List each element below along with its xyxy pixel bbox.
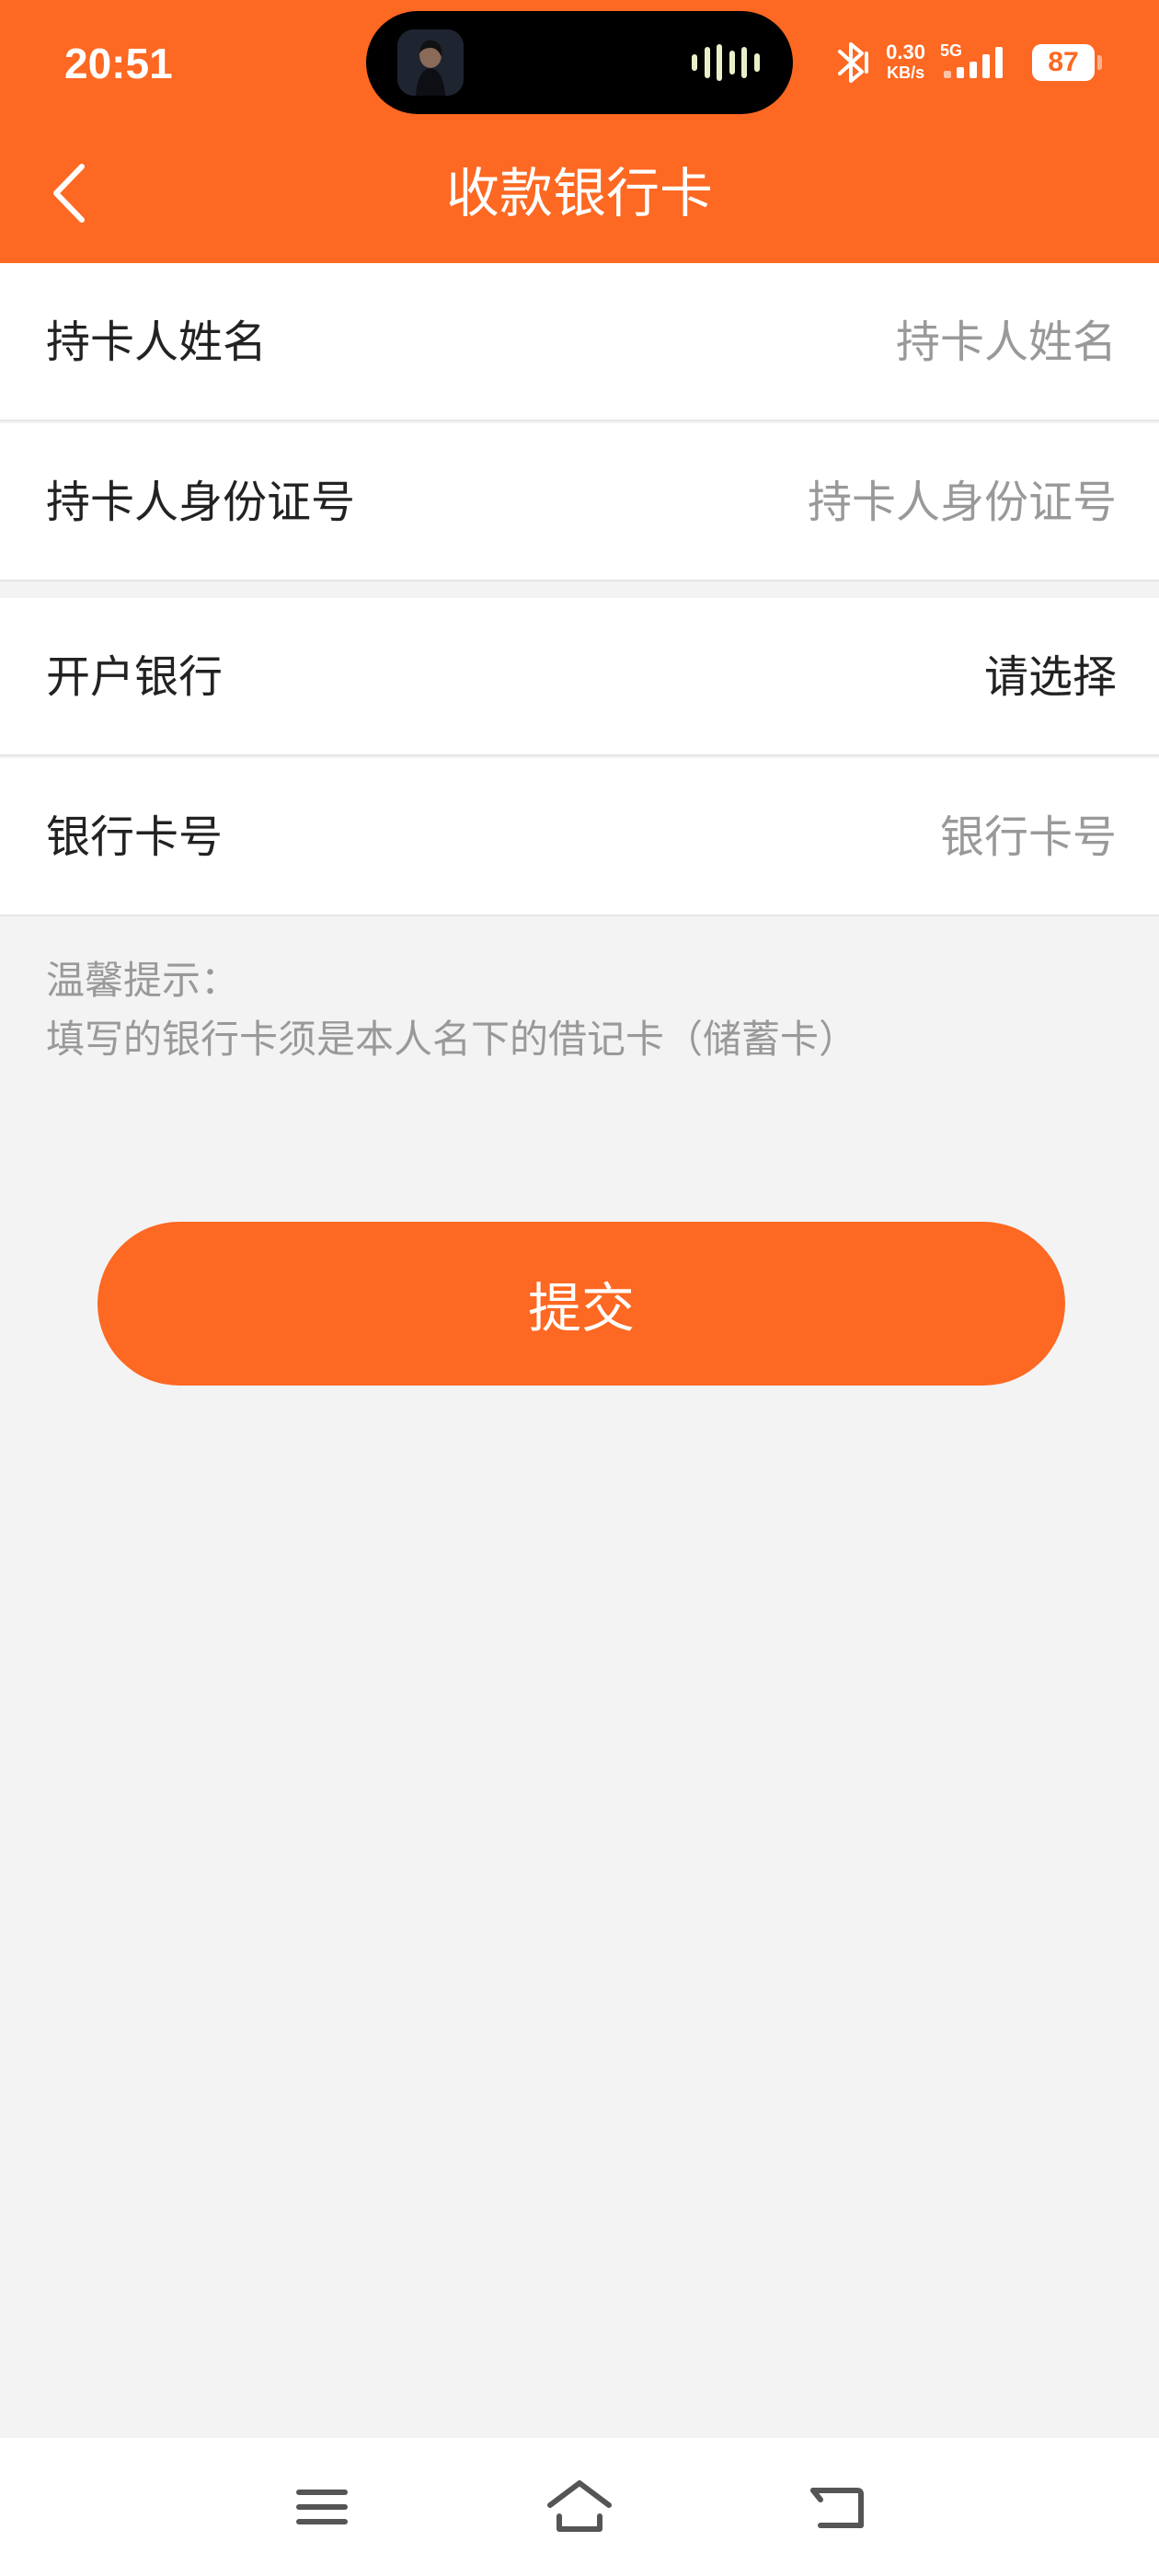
tip-title: 温馨提示：	[46, 958, 240, 1003]
cardholder-name-row: 持卡人姓名	[0, 263, 1159, 421]
bank-select-row[interactable]: 开户银行 请选择	[0, 598, 1159, 756]
menu-icon	[296, 2490, 348, 2524]
nav-back-button[interactable]	[800, 2475, 874, 2539]
home-icon	[547, 2480, 612, 2532]
page-title: 收款银行卡	[445, 162, 713, 224]
bluetooth-icon	[838, 42, 869, 83]
submit-button[interactable]: 提交	[98, 1222, 1065, 1386]
back-icon	[810, 2488, 864, 2528]
audio-wave-icon	[692, 44, 760, 81]
cardholder-id-row: 持卡人身份证号	[0, 423, 1159, 581]
network-speed-unit: KB/s	[887, 63, 925, 82]
battery-level: 87	[1048, 47, 1079, 77]
battery-icon: 87	[1032, 44, 1102, 81]
cardholder-id-input[interactable]	[528, 466, 1117, 539]
status-time: 20:51	[64, 40, 173, 87]
network-speed-value: 0.30	[886, 40, 925, 63]
system-nav-bar	[0, 2438, 1159, 2576]
network-speed: 0.30 KB/s	[886, 42, 925, 83]
cardholder-name-label: 持卡人姓名	[46, 316, 268, 368]
dynamic-island[interactable]	[366, 11, 793, 114]
bank-label: 开户银行	[46, 651, 224, 703]
card-number-label: 银行卡号	[46, 811, 224, 863]
cardholder-name-input[interactable]	[528, 305, 1117, 379]
home-button[interactable]	[543, 2475, 616, 2539]
app-header: 20:51 0.30 KB/s 5G 87 收款银行卡	[0, 0, 1159, 263]
bank-select[interactable]: 请选择	[984, 598, 1117, 756]
tip-text: 填写的银行卡须是本人名下的借记卡（储蓄卡）	[46, 1017, 858, 1062]
menu-button[interactable]	[285, 2475, 359, 2539]
card-number-input[interactable]	[528, 800, 1117, 874]
card-number-row: 银行卡号	[0, 758, 1159, 916]
cardholder-id-label: 持卡人身份证号	[46, 477, 356, 528]
media-thumbnail	[397, 29, 464, 96]
status-icons: 0.30 KB/s 5G 87	[834, 33, 1102, 92]
signal-icon: 5G	[940, 41, 1017, 84]
